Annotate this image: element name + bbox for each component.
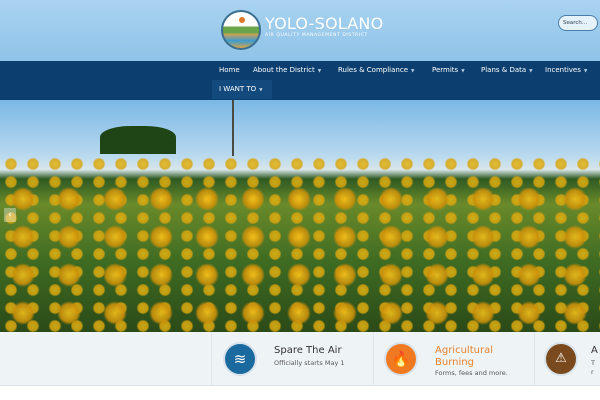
nav-label: I WANT TO: [219, 85, 257, 93]
nav-label: Incentives: [545, 66, 581, 74]
sunflower-field-foreground: [0, 180, 600, 332]
quick-links: ≋ Spare The Air Officially starts May 1 …: [0, 332, 600, 386]
brand-subtitle: AIR QUALITY MANAGEMENT DISTRICT: [265, 33, 368, 38]
chevron-down-icon: ▼: [411, 69, 415, 74]
nav-label: Rules & Compliance: [338, 66, 408, 74]
chevron-down-icon: ▼: [529, 69, 533, 74]
power-pole-image: [232, 100, 234, 156]
i-want-to-menu[interactable]: I WANT TO ▼: [212, 80, 272, 99]
card-title: Burning: [435, 357, 474, 368]
district-logo[interactable]: [221, 10, 261, 50]
card-title: A: [591, 345, 598, 356]
fire-icon: 🔥: [384, 342, 418, 376]
nav-label: Permits: [432, 66, 459, 74]
nav-permits[interactable]: Permits ▼: [432, 66, 465, 74]
card-subtitle: r: [591, 368, 594, 376]
search-input[interactable]: Search...: [558, 15, 598, 31]
card-subtitle: Forms, fees and more.: [435, 369, 508, 377]
nav-label: About the District: [253, 66, 315, 74]
nav-home[interactable]: Home: [219, 66, 240, 74]
chevron-down-icon: ▼: [259, 88, 263, 93]
warning-icon: ⚠: [544, 342, 578, 376]
card-subtitle: T: [591, 359, 595, 367]
chevron-down-icon: ▼: [317, 69, 322, 74]
hero-slider: ‹: [0, 100, 600, 332]
chevron-down-icon: ▼: [583, 69, 588, 74]
card-subtitle: Officially starts May 1: [274, 359, 345, 367]
brand-name[interactable]: YOLO-SOLANO: [265, 14, 383, 33]
card-spare-the-air[interactable]: ≋ Spare The Air Officially starts May 1: [211, 332, 373, 386]
slider-prev-button[interactable]: ‹: [4, 208, 16, 222]
nav-label: Home: [219, 66, 240, 74]
main-nav: Home About the District ▼ Rules & Complia…: [0, 61, 600, 100]
card-title: Spare The Air: [274, 345, 342, 356]
site-header: YOLO-SOLANO AIR QUALITY MANAGEMENT DISTR…: [0, 0, 600, 61]
nav-about[interactable]: About the District ▼: [253, 66, 321, 74]
card-third[interactable]: ⚠ A T r: [534, 332, 600, 386]
wind-icon: ≋: [223, 342, 257, 376]
nav-label: Plans & Data: [481, 66, 527, 74]
card-title: Agricultural: [435, 345, 493, 356]
nav-plans-data[interactable]: Plans & Data ▼: [481, 66, 533, 74]
nav-incentives[interactable]: Incentives ▼: [545, 66, 587, 74]
card-agricultural-burning[interactable]: 🔥 Agricultural Burning Forms, fees and m…: [373, 332, 534, 386]
nav-rules[interactable]: Rules & Compliance ▼: [338, 66, 414, 74]
tree-image: [100, 126, 176, 154]
sun-icon: [239, 17, 245, 23]
chevron-down-icon: ▼: [461, 69, 465, 74]
